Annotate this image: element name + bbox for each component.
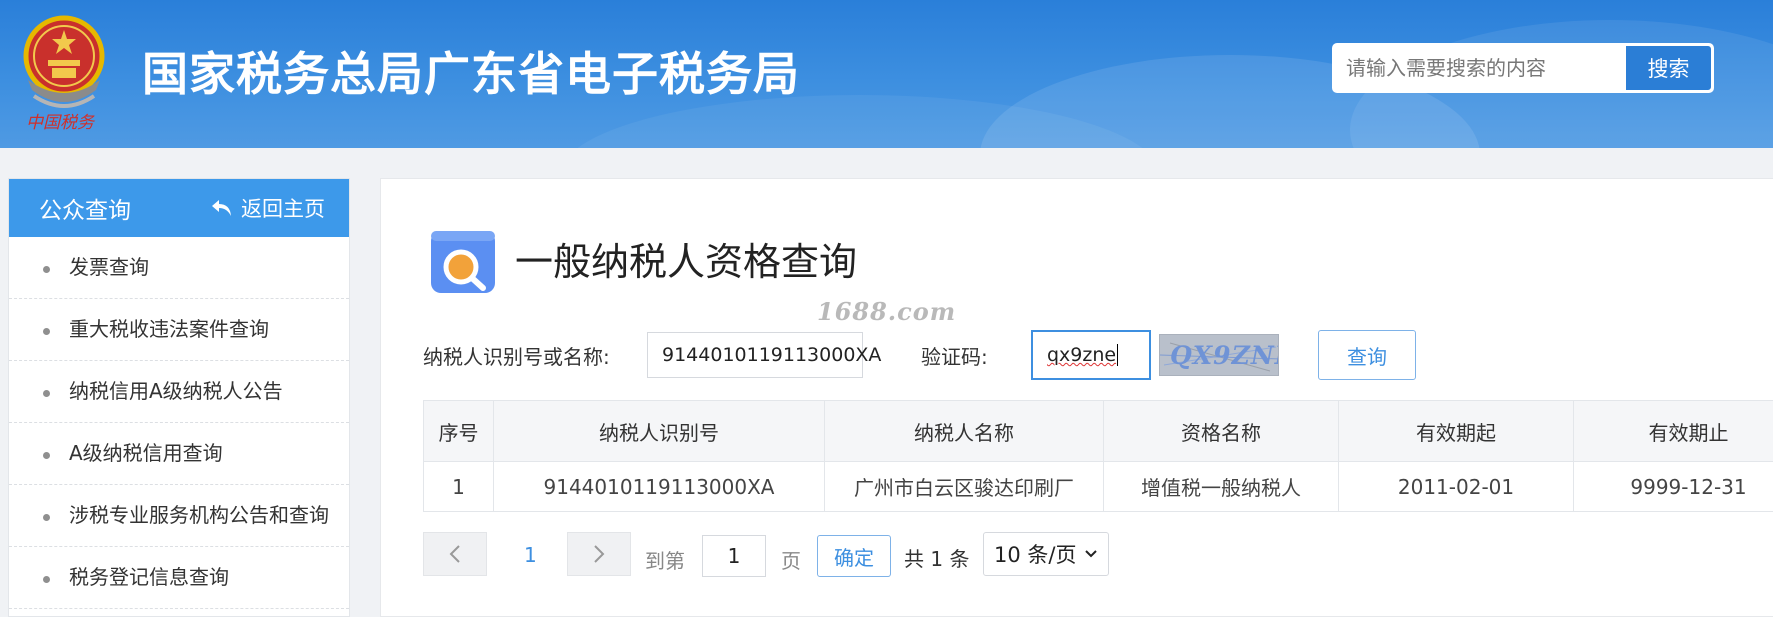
svg-text:中国税务: 中国税务 — [26, 113, 96, 133]
text-caret — [1117, 344, 1119, 366]
captcha-image[interactable]: QX9ZNE — [1159, 334, 1279, 376]
goto-label: 到第 — [645, 549, 685, 573]
column-header-taxpayer-name: 纳税人名称 — [824, 400, 1104, 462]
main-panel: 一般纳税人资格查询 1688.com 纳税人识别号或名称: 9144010119… — [380, 178, 1773, 617]
sidebar-item-tax-violation-cases[interactable]: 重大税收违法案件查询 — [9, 299, 349, 361]
page-size-value: 10 条/页 — [994, 543, 1077, 567]
column-header-taxpayer-id: 纳税人识别号 — [493, 400, 825, 462]
watermark-text: 1688.com — [817, 297, 957, 326]
cell-valid-from: 2011-02-01 — [1338, 461, 1574, 512]
tax-emblem-logo: 中国税务 — [23, 15, 105, 133]
page-size-select[interactable]: 10 条/页 — [983, 532, 1109, 576]
column-header-valid-from: 有效期起 — [1338, 400, 1574, 462]
sidebar-item-a-grade-credit-query[interactable]: A级纳税信用查询 — [9, 423, 349, 485]
cell-qualification: 增值税一般纳税人 — [1103, 461, 1339, 512]
sidebar: 公众查询 返回主页 发票查询 重大税收违法案件查询 纳税信用A级纳税人公告 A级… — [8, 178, 350, 617]
search-button[interactable]: 搜索 — [1625, 45, 1712, 91]
back-home-link[interactable]: 返回主页 — [211, 193, 325, 223]
cell-valid-to: 9999-12-31 — [1573, 461, 1773, 512]
column-header-valid-to: 有效期止 — [1573, 400, 1773, 462]
sidebar-title: 公众查询 — [39, 198, 131, 224]
total-count-text: 共 1 条 — [904, 547, 970, 571]
results-table: 序号 纳税人识别号 纳税人名称 资格名称 有效期起 有效期止 1 9144010… — [423, 400, 1773, 512]
page-unit-label: 页 — [781, 549, 801, 573]
chevron-down-icon — [1085, 550, 1097, 558]
back-home-label: 返回主页 — [241, 197, 325, 221]
query-search-icon — [431, 231, 495, 293]
column-header-index: 序号 — [423, 400, 494, 462]
sidebar-item-tax-registration-query[interactable]: 税务登记信息查询 — [9, 547, 349, 609]
sidebar-item-invoice-query[interactable]: 发票查询 — [9, 237, 349, 299]
goto-confirm-button[interactable]: 确定 — [817, 535, 891, 577]
chevron-right-icon — [594, 545, 605, 563]
column-header-qualification: 资格名称 — [1103, 400, 1339, 462]
prev-page-button[interactable] — [423, 532, 487, 576]
taxpayer-label: 纳税人识别号或名称: — [423, 345, 610, 369]
page-title: 一般纳税人资格查询 — [515, 240, 858, 284]
search-input[interactable] — [1332, 43, 1622, 93]
cell-index: 1 — [423, 461, 494, 512]
cell-taxpayer-name: 广州市白云区骏达印刷厂 — [824, 461, 1104, 512]
captcha-label: 验证码: — [921, 345, 988, 369]
goto-page-input[interactable]: 1 — [702, 535, 766, 577]
next-page-button[interactable] — [567, 532, 631, 576]
captcha-input-value: qx9zne — [1047, 344, 1117, 366]
taxpayer-id-value: 9144010119113000XA — [662, 344, 882, 366]
site-title: 国家税务总局广东省电子税务局 — [142, 47, 800, 101]
captcha-image-text: QX9ZNE — [1170, 341, 1278, 370]
sidebar-item-tax-service-agencies[interactable]: 涉税专业服务机构公告和查询 — [9, 485, 349, 547]
sidebar-header: 公众查询 返回主页 — [9, 179, 349, 237]
table-header-row: 序号 纳税人识别号 纳税人名称 资格名称 有效期起 有效期止 — [423, 400, 1773, 462]
search-box: 搜索 — [1332, 43, 1714, 93]
cell-taxpayer-id: 9144010119113000XA — [493, 461, 825, 512]
query-button[interactable]: 查询 — [1318, 330, 1416, 380]
table-row: 1 9144010119113000XA 广州市白云区骏达印刷厂 增值税一般纳税… — [423, 461, 1773, 512]
captcha-input[interactable]: qx9zne — [1031, 330, 1151, 380]
sidebar-item-a-grade-announcement[interactable]: 纳税信用A级纳税人公告 — [9, 361, 349, 423]
site-header: 中国税务 国家税务总局广东省电子税务局 搜索 — [0, 0, 1773, 148]
current-page-number[interactable]: 1 — [524, 543, 537, 567]
taxpayer-id-input[interactable]: 9144010119113000XA — [647, 332, 881, 378]
chevron-left-icon — [449, 545, 460, 563]
back-arrow-icon — [212, 200, 231, 216]
